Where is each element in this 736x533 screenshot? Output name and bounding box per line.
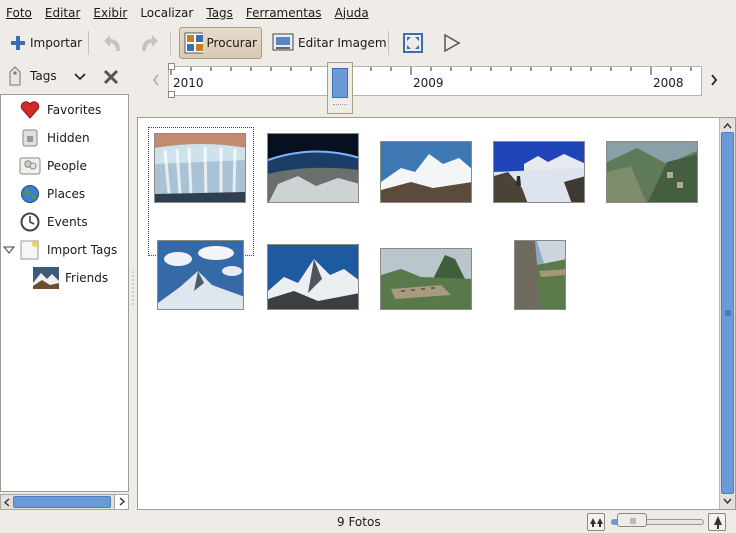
timeline-prev-icon[interactable] (151, 73, 161, 87)
menu-ajuda[interactable]: Ajuda (335, 6, 369, 20)
plus-icon (11, 36, 25, 50)
globe-icon (19, 183, 41, 205)
scroll-grip-icon (725, 310, 731, 316)
photo-thumbnail-waterfall[interactable] (154, 133, 246, 203)
large-tree-icon (714, 516, 722, 529)
import-button[interactable]: Importar (6, 27, 86, 59)
edit-image-icon (272, 33, 294, 51)
slider-grip-icon (630, 518, 636, 524)
slideshow-button[interactable] (436, 27, 466, 59)
tags-header: Tags (0, 62, 130, 92)
timeline-glass-grip (333, 104, 347, 106)
menu-exibir[interactable]: Exibir (93, 6, 127, 20)
photo-thumbnail-sky-peak[interactable] (157, 240, 244, 310)
rotate-left-button[interactable] (98, 27, 130, 59)
sidebar-item-people[interactable]: People (19, 152, 87, 180)
photo-count-label: 9 Fotos (337, 515, 381, 529)
photo-thumbnail-hiker-clouds[interactable] (493, 141, 585, 203)
arrow-down-icon[interactable] (723, 497, 732, 505)
import-tag-icon (19, 239, 41, 261)
browse-button[interactable]: Procurar (179, 27, 262, 59)
heart-icon (19, 99, 41, 121)
menu-localizar[interactable]: Localizar (140, 6, 193, 20)
browse-icon (184, 32, 203, 54)
sidebar-hscrollbar[interactable] (0, 494, 129, 510)
toolbar: Importar Procurar Editar Imagem (0, 25, 736, 61)
clock-icon (19, 211, 41, 233)
menu-foto[interactable]: Foto (6, 6, 32, 20)
arrow-right-icon (119, 497, 126, 506)
chevron-down-icon[interactable] (74, 72, 86, 82)
small-trees-icon (590, 518, 603, 527)
photo-grid-vscrollbar[interactable] (719, 118, 735, 509)
fullscreen-icon (403, 33, 423, 53)
sidebar-item-import-tags[interactable]: Import Tags (3, 236, 117, 264)
friends-photo-icon (33, 267, 59, 289)
tags-selector-label[interactable]: Tags (30, 69, 57, 83)
people-icon (19, 155, 41, 177)
photo-thumbnail-everest[interactable] (267, 244, 359, 310)
arrow-up-icon[interactable] (723, 122, 732, 130)
toolbar-separator (170, 31, 171, 55)
arrow-left-icon[interactable] (3, 498, 11, 507)
menu-ferramentas[interactable]: Ferramentas (246, 6, 322, 20)
timeline-range-handle[interactable] (168, 63, 175, 70)
sidebar-item-places[interactable]: Places (19, 180, 85, 208)
timeline-glass[interactable] (327, 62, 353, 114)
photo-grid (137, 117, 736, 510)
zoom-in-button[interactable] (708, 513, 726, 531)
sidebar-item-favorites[interactable]: Favorites (19, 96, 101, 124)
rotate-right-button[interactable] (132, 27, 164, 59)
timeline-glass-window (332, 68, 348, 98)
close-icon[interactable] (102, 68, 120, 86)
timeline-range-handle[interactable] (168, 91, 175, 98)
tag-icon (9, 66, 21, 86)
photo-grid-vscroll-thumb[interactable] (721, 132, 734, 494)
zoom-out-button[interactable] (587, 513, 605, 531)
rotate-left-icon (104, 35, 120, 51)
zoom-slider-thumb[interactable] (617, 513, 647, 527)
timeline-next-icon[interactable] (709, 73, 719, 87)
lock-icon (19, 127, 41, 149)
expander-triangle-icon[interactable] (3, 244, 15, 256)
photo-thumbnail-valley-ruins[interactable] (606, 141, 698, 203)
tag-sidebar: Favorites Hidden People Places Events Im… (0, 94, 129, 492)
arrow-right-button[interactable] (114, 495, 128, 509)
menubar: Foto Editar Exibir Localizar Tags Ferram… (0, 0, 736, 25)
sidebar-hscroll-thumb[interactable] (13, 496, 111, 508)
timeline-year-label: 2008 (653, 76, 684, 90)
sidebar-item-hidden[interactable]: Hidden (19, 124, 90, 152)
sidebar-item-friends[interactable]: Friends (33, 264, 108, 292)
fullscreen-button[interactable] (398, 27, 428, 59)
rotate-right-icon (142, 35, 158, 51)
menu-editar[interactable]: Editar (45, 6, 81, 20)
photo-thumbnail-earth-orbit[interactable] (267, 133, 359, 203)
timeline-slider[interactable]: 2010 2009 2008 (168, 63, 702, 98)
photo-thumbnail-cliff-path[interactable] (514, 240, 566, 310)
sidebar-item-events[interactable]: Events (19, 208, 88, 236)
timeline-year-label: 2009 (413, 76, 444, 90)
photo-thumbnail-machu-picchu[interactable] (380, 248, 472, 310)
edit-image-button[interactable]: Editar Imagem (268, 27, 391, 59)
photo-thumbnail-snow-mountain[interactable] (380, 141, 472, 203)
menu-tags[interactable]: Tags (206, 6, 233, 20)
timeline-year-label: 2010 (173, 76, 204, 90)
status-bar: 9 Fotos (0, 511, 736, 533)
toolbar-separator (388, 31, 389, 55)
pane-splitter-grip[interactable] (131, 270, 135, 310)
toolbar-separator (88, 31, 89, 55)
play-icon (444, 33, 461, 53)
